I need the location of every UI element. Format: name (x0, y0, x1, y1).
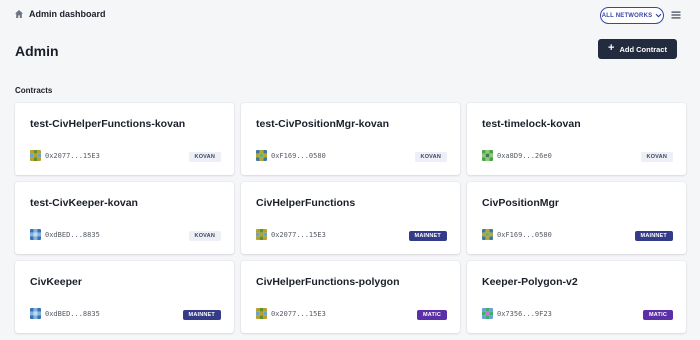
home-icon[interactable] (14, 9, 24, 19)
network-badge: MATIC (642, 310, 673, 320)
add-contract-button[interactable]: + Add Contract (598, 39, 677, 59)
contract-name: CivHelperFunctions (256, 197, 356, 209)
identicon-icon (30, 150, 41, 161)
contract-name: test-CivHelperFunctions-kovan (30, 118, 186, 130)
contract-address-row: 0xF169...0580 (482, 229, 552, 240)
contract-name: CivHelperFunctions-polygon (256, 276, 400, 288)
contract-name: test-CivKeeper-kovan (30, 197, 138, 209)
identicon-icon (30, 229, 41, 240)
contract-address[interactable]: 0xdBED...8835 (45, 310, 100, 318)
network-badge: MAINNET (634, 231, 673, 241)
contract-card[interactable]: CivKeeper 0xdBED...8835 MAINNET (15, 261, 234, 333)
section-title-contracts: Contracts (15, 86, 53, 95)
add-contract-label: Add Contract (619, 44, 667, 54)
network-badge: MAINNET (408, 231, 447, 241)
network-badge: MATIC (416, 310, 447, 320)
breadcrumb-title: Admin dashboard (29, 9, 106, 19)
contract-card[interactable]: test-CivPositionMgr-kovan 0xF169...0580 KO… (241, 103, 460, 175)
network-badge: KOVAN (188, 152, 221, 162)
contract-card[interactable]: Keeper-Polygon-v2 0x7356...9F23 MATIC (467, 261, 686, 333)
identicon-icon (482, 150, 493, 161)
contract-address-row: 0xF169...0580 (256, 150, 326, 161)
contract-name: CivPositionMgr (482, 197, 560, 209)
contract-card[interactable]: test-CivHelperFunctions-kovan 0x2077...15… (15, 103, 234, 175)
contracts-grid: test-CivHelperFunctions-kovan 0x2077...15… (15, 103, 686, 333)
contract-address-row: 0x2077...15E3 (256, 308, 326, 319)
contract-name: Keeper-Polygon-v2 (482, 276, 578, 288)
network-badge: MAINNET (182, 310, 221, 320)
contract-address-row: 0xdBED...8835 (30, 308, 100, 319)
network-badge: KOVAN (414, 152, 447, 162)
chevron-down-icon (656, 13, 662, 18)
contract-address[interactable]: 0x2077...15E3 (45, 152, 100, 160)
contract-address-row: 0xa8D9...26e0 (482, 150, 552, 161)
top-bar: Admin dashboard ALL NETWORKS (0, 0, 700, 32)
contract-address-row: 0x2077...15E3 (30, 150, 100, 161)
contract-name: test-CivPositionMgr-kovan (256, 118, 390, 130)
page-title: Admin (15, 43, 59, 59)
network-selector-label: ALL NETWORKS (601, 12, 653, 19)
contract-address[interactable]: 0xdBED...8835 (45, 231, 100, 239)
contract-address[interactable]: 0x7356...9F23 (497, 310, 552, 318)
contract-card[interactable]: CivHelperFunctions 0x2077...15E3 MAINNET (241, 182, 460, 254)
contract-card[interactable]: test-CivKeeper-kovan 0xdBED...8835 KOVAN (15, 182, 234, 254)
network-badge: KOVAN (188, 231, 221, 241)
contract-name: CivKeeper (30, 276, 82, 288)
contract-address[interactable]: 0x2077...15E3 (271, 231, 326, 239)
contract-card[interactable]: CivPositionMgr 0xF169...0580 MAINNET (467, 182, 686, 254)
contract-card[interactable]: test-timelock-kovan 0xa8D9...26e0 KOVAN (467, 103, 686, 175)
contract-address-row: 0x2077...15E3 (256, 229, 326, 240)
contract-card[interactable]: CivHelperFunctions-polygon 0x2077...15E3 M… (241, 261, 460, 333)
contract-address-row: 0x7356...9F23 (482, 308, 552, 319)
contract-address[interactable]: 0x2077...15E3 (271, 310, 326, 318)
identicon-icon (482, 308, 493, 319)
identicon-icon (256, 229, 267, 240)
contract-address-row: 0xdBED...8835 (30, 229, 100, 240)
network-selector-button[interactable]: ALL NETWORKS (600, 7, 664, 24)
identicon-icon (256, 308, 267, 319)
contract-address[interactable]: 0xF169...0580 (271, 152, 326, 160)
network-badge: KOVAN (640, 152, 673, 162)
identicon-icon (482, 229, 493, 240)
contract-address[interactable]: 0xF169...0580 (497, 231, 552, 239)
contract-name: test-timelock-kovan (482, 118, 581, 130)
plus-icon: + (608, 42, 615, 54)
identicon-icon (256, 150, 267, 161)
hamburger-menu-icon[interactable] (671, 10, 681, 20)
identicon-icon (30, 308, 41, 319)
contract-address[interactable]: 0xa8D9...26e0 (497, 152, 552, 160)
